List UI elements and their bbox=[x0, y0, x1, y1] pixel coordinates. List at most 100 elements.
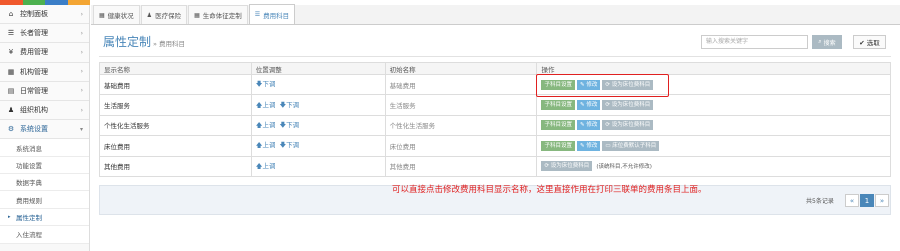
sidebar-item[interactable]: ¥ 费用管理 › bbox=[0, 43, 89, 63]
chevron-right-icon: › bbox=[80, 68, 83, 76]
move-up-label: 上调 bbox=[262, 100, 276, 109]
select-button[interactable]: ✔ 选取 bbox=[853, 35, 886, 49]
set-bed-fee-button[interactable]: ⟳ 设为床位费科目 bbox=[602, 100, 654, 111]
display-name-cell[interactable]: 个性化生活服务 bbox=[99, 114, 252, 137]
move-down-label: 下调 bbox=[286, 141, 300, 150]
sidebar-item-label: 日常管理 bbox=[20, 86, 48, 95]
button-label: 修改 bbox=[586, 102, 598, 109]
edit-button[interactable]: ✎ 修改 bbox=[576, 120, 601, 131]
button-label: 子科目设置 bbox=[544, 102, 572, 109]
chevron-right-icon: › bbox=[80, 87, 83, 95]
tab-item[interactable]: ▦ 生命体征定制 bbox=[188, 5, 248, 24]
operations-cell: ⟳ 设为床位费科目 (该统科目,不允许修改) bbox=[536, 155, 891, 177]
edit-button[interactable]: ✎ 修改 bbox=[576, 140, 601, 151]
tab-item[interactable]: ☰ 费用科目 bbox=[248, 4, 296, 24]
search-input[interactable]: 输入搜索关键字 bbox=[701, 35, 808, 49]
sidebar-item[interactable]: ♟ 组织机构 › bbox=[0, 100, 89, 121]
operations-cell: 子科目设置 ✎ 修改 ⟳ 设为床位费科目 bbox=[536, 94, 891, 116]
tab-icon: ▦ bbox=[194, 11, 200, 19]
initial-name-cell: 个性化生活服务 bbox=[384, 114, 538, 137]
button-label: 修改 bbox=[586, 122, 598, 129]
column-header: 位置调整 bbox=[250, 62, 386, 75]
position-cell: 🡅上调 🡇下调 bbox=[250, 94, 386, 116]
position-cell: 🡅上调 bbox=[250, 155, 386, 177]
display-name-cell[interactable]: 生活服务 bbox=[99, 94, 252, 116]
move-down-link[interactable]: 🡇下调 bbox=[279, 121, 299, 129]
move-up-link[interactable]: 🡅上调 bbox=[256, 121, 276, 129]
button-label: 设为床位费科目 bbox=[550, 163, 590, 170]
move-up-label: 上调 bbox=[262, 141, 276, 150]
sidebar-subitem[interactable]: 费用规则 bbox=[0, 191, 89, 209]
building-icon: ▦ bbox=[7, 67, 15, 76]
column-header: 初始名称 bbox=[384, 62, 538, 75]
move-up-label: 上调 bbox=[262, 161, 276, 170]
move-down-link[interactable]: 🡇下调 bbox=[279, 101, 299, 109]
sidebar-item-label: 组织机构 bbox=[20, 106, 48, 115]
sidebar-item[interactable]: ⚙ 系统设置 ▾ bbox=[0, 120, 89, 140]
subitem-settings-button[interactable]: 子科目设置 bbox=[541, 140, 575, 151]
chevron-right-icon: › bbox=[80, 106, 83, 114]
page-title: 属性定制 bbox=[103, 35, 152, 49]
initial-name-cell: 生活服务 bbox=[384, 94, 538, 116]
tab-icon: ▦ bbox=[99, 11, 105, 19]
table-row: 基础费用 🡇下调 基础费用 子科目设置 ✎ 修改 ⟳ 设为床位费科目 bbox=[99, 73, 891, 96]
tab-item[interactable]: ♟ 医疗保险 bbox=[140, 5, 188, 24]
breadcrumb: » 费用科目 bbox=[153, 40, 186, 48]
display-name-cell[interactable]: 其他费用 bbox=[99, 155, 252, 177]
sidebar-item[interactable]: ⌂ 控制面板 › bbox=[0, 5, 89, 25]
page-1-button[interactable]: 1 bbox=[860, 194, 874, 207]
move-up-link[interactable]: 🡅上调 bbox=[256, 162, 276, 170]
sidebar-item-label: 费用管理 bbox=[20, 48, 48, 57]
move-down-link[interactable]: 🡇下调 bbox=[279, 141, 299, 149]
display-name-cell[interactable]: 基础费用 bbox=[99, 73, 252, 96]
move-down-link[interactable]: 🡇下调 bbox=[256, 80, 276, 88]
org-icon: ♟ bbox=[7, 106, 15, 115]
initial-name-cell: 床位费用 bbox=[384, 135, 538, 157]
prev-page-button[interactable]: « bbox=[845, 194, 859, 207]
column-header: 操作 bbox=[536, 62, 891, 75]
sidebar-subitem[interactable]: 功能设置 bbox=[0, 156, 89, 175]
edit-button[interactable]: ✎ 修改 bbox=[576, 100, 601, 111]
sidebar-subitem[interactable]: 入住流程 bbox=[0, 226, 89, 244]
calendar-icon: ▤ bbox=[7, 86, 15, 95]
subitem-settings-button[interactable]: 子科目设置 bbox=[541, 120, 575, 131]
display-name-cell[interactable]: 床位费用 bbox=[99, 135, 252, 157]
chevron-right-icon: › bbox=[80, 29, 83, 37]
button-label: 子科目设置 bbox=[544, 122, 572, 129]
chevron-right-icon: › bbox=[80, 48, 83, 56]
tab-bar: ▦ 健康状况 ♟ 医疗保险 ▦ 生命体征定制 ☰ 费用科目 bbox=[91, 4, 900, 25]
set-bed-fee-button[interactable]: ⟳ 设为床位费科目 bbox=[602, 120, 654, 131]
sidebar-item[interactable]: ▦ 机构管理 › bbox=[0, 62, 89, 82]
annotation-text: 可以直接点击修改费用科目显示名称，这里直接作用在打印三联单的费用条目上面。 bbox=[392, 185, 707, 195]
search-button[interactable]: ⌕ 搜索 bbox=[812, 35, 842, 49]
sidebar-subitem[interactable]: 属性定制 bbox=[0, 208, 89, 227]
set-bed-fee-button[interactable]: ⟳ 设为床位费科目 bbox=[541, 161, 593, 172]
highlight-box bbox=[536, 74, 669, 97]
sidebar-item-label: 控制面板 bbox=[20, 10, 48, 19]
sidebar: ⌂ 控制面板 › ☰ 长者管理 › ¥ 费用管理 › ▦ 机构管理 › ▤ 日常管理 › ♟ 组织机构 › ⚙ 系统设… bbox=[0, 5, 90, 251]
sidebar-subitem[interactable]: 系统消息 bbox=[0, 139, 89, 157]
table-row: 个性化生活服务 🡅上调 🡇下调 个性化生活服务 子科目设置 ✎ 修改 ⟳ 设为床位费科目 bbox=[99, 114, 891, 137]
record-count: 共5条记录 bbox=[806, 198, 834, 205]
sidebar-item[interactable]: ▤ 日常管理 › bbox=[0, 81, 89, 101]
tab-icon: ♟ bbox=[146, 11, 153, 19]
position-cell: 🡅上调 🡇下调 bbox=[250, 114, 386, 137]
sidebar-subitem[interactable]: 数据字典 bbox=[0, 174, 89, 192]
dashboard-icon: ⌂ bbox=[8, 10, 14, 19]
move-up-link[interactable]: 🡅上调 bbox=[256, 141, 276, 149]
sidebar-item[interactable]: ☰ 长者管理 › bbox=[0, 24, 89, 44]
bed-default-subitem-button[interactable]: ▭ 床位费默认子科目 bbox=[602, 140, 660, 151]
move-down-label: 下调 bbox=[286, 100, 300, 109]
gear-icon: ⚙ bbox=[7, 125, 15, 134]
next-page-button[interactable]: » bbox=[875, 194, 889, 207]
move-up-link[interactable]: 🡅上调 bbox=[256, 101, 276, 109]
move-up-label: 上调 bbox=[262, 120, 276, 129]
operations-cell: 子科目设置 ✎ 修改 ⟳ 设为床位费科目 bbox=[536, 114, 891, 137]
sidebar-item-label: 机构管理 bbox=[20, 67, 48, 76]
readonly-note: (该统科目,不允许修改) bbox=[596, 164, 652, 171]
subitem-settings-button[interactable]: 子科目设置 bbox=[541, 100, 575, 111]
table-row: 床位费用 🡅上调 🡇下调 床位费用 子科目设置 ✎ 修改 ▭ 床位费默认子科目 bbox=[99, 135, 891, 157]
chevron-down-icon: ▾ bbox=[79, 125, 83, 133]
sidebar-item-label: 长者管理 bbox=[20, 29, 48, 38]
tab-item[interactable]: ▦ 健康状况 bbox=[93, 5, 140, 24]
